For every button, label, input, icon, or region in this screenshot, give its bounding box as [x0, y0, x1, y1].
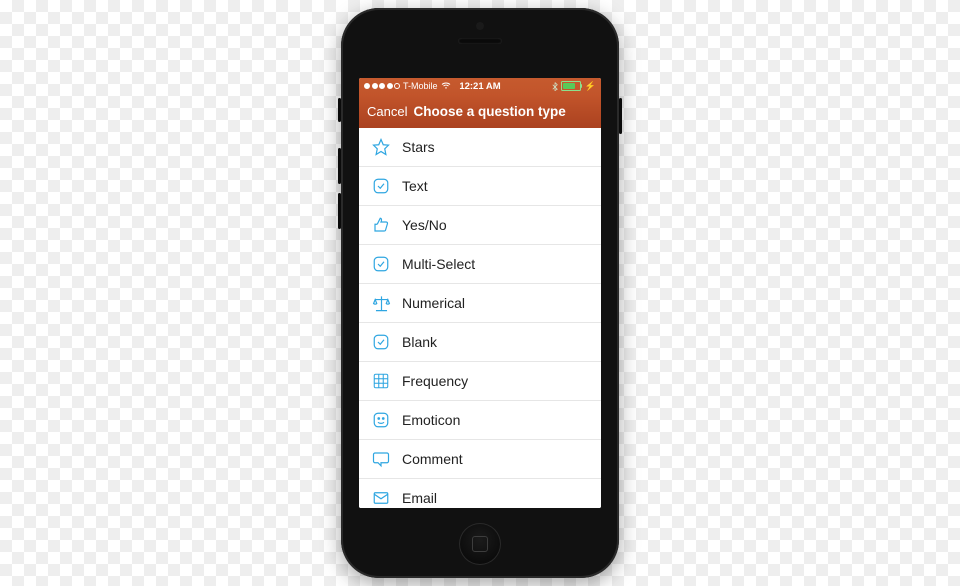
list-item-label: Email: [402, 490, 437, 506]
question-type-comment[interactable]: Comment: [359, 440, 601, 479]
stage: T-Mobile 12:21 AM: [0, 0, 960, 586]
scale-icon: [371, 293, 391, 313]
question-type-numerical[interactable]: Numerical: [359, 284, 601, 323]
list-item-label: Text: [402, 178, 428, 194]
question-type-email[interactable]: Email: [359, 479, 601, 508]
star-icon: [371, 137, 391, 157]
carrier-label: T-Mobile: [403, 81, 438, 91]
screen: T-Mobile 12:21 AM: [359, 78, 601, 508]
calendar-grid-icon: [371, 371, 391, 391]
checkbox-icon: [371, 176, 391, 196]
list-item-label: Blank: [402, 334, 437, 350]
phone-volume-down: [338, 193, 341, 229]
question-type-multiselect[interactable]: Multi-Select: [359, 245, 601, 284]
status-time: 12:21 AM: [459, 81, 500, 92]
question-type-blank[interactable]: Blank: [359, 323, 601, 362]
status-bar: T-Mobile 12:21 AM: [359, 78, 601, 94]
smiley-icon: [371, 410, 391, 430]
question-type-frequency[interactable]: Frequency: [359, 362, 601, 401]
question-type-list: Stars Text: [359, 128, 601, 508]
question-type-text[interactable]: Text: [359, 167, 601, 206]
thumbs-up-icon: [371, 215, 391, 235]
battery-icon: [561, 81, 581, 91]
question-type-yesno[interactable]: Yes/No: [359, 206, 601, 245]
nav-bar: Cancel Choose a question type: [359, 94, 601, 128]
checkbox-icon: [371, 254, 391, 274]
question-type-emoticon[interactable]: Emoticon: [359, 401, 601, 440]
list-item-label: Frequency: [402, 373, 468, 389]
list-item-label: Numerical: [402, 295, 465, 311]
home-button[interactable]: [459, 523, 501, 565]
phone-volume-up: [338, 148, 341, 184]
bluetooth-icon: [552, 82, 558, 91]
charging-icon: ⚡: [585, 81, 596, 92]
phone-frame: T-Mobile 12:21 AM: [341, 8, 619, 578]
speech-bubble-icon: [371, 449, 391, 469]
envelope-icon: [371, 488, 391, 508]
phone-mute-switch: [338, 98, 341, 122]
list-item-label: Multi-Select: [402, 256, 475, 272]
list-item-label: Emoticon: [402, 412, 460, 428]
cancel-button[interactable]: Cancel: [367, 104, 407, 119]
signal-strength-icon: [364, 83, 400, 89]
phone-power-button: [619, 98, 622, 134]
list-item-label: Yes/No: [402, 217, 447, 233]
list-item-label: Comment: [402, 451, 463, 467]
checkbox-icon: [371, 332, 391, 352]
question-type-stars[interactable]: Stars: [359, 128, 601, 167]
wifi-icon: [441, 82, 451, 90]
list-item-label: Stars: [402, 139, 435, 155]
page-title: Choose a question type: [413, 104, 565, 119]
